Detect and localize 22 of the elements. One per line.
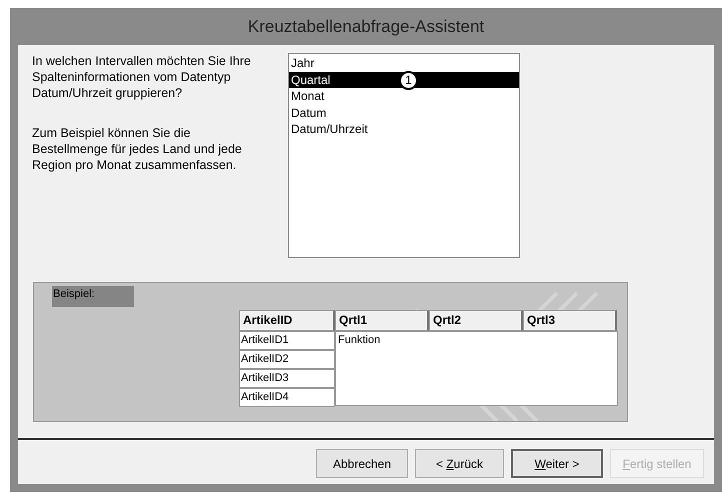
question-text: In welchen Intervallen möchten Sie Ihre Spalteninformationen vom Datentyp Datum/Uhrzeit gruppieren? xyxy=(32,53,252,101)
callout-marker: 1 xyxy=(399,70,418,90)
description-text: Zum Beispiel können Sie die Bestellmenge für jedes Land und jede Region pro Monat zusammenfassen. xyxy=(32,125,243,173)
window-title: Kreuztabellenabfrage-Assistent xyxy=(246,16,486,38)
list-item[interactable]: Jahr xyxy=(289,55,519,72)
column-header: ArtikelID xyxy=(239,310,335,331)
row-header: ArtikelID1 xyxy=(239,331,335,350)
column-header: Qrtl1 xyxy=(335,310,429,331)
column-header: Qrtl3 xyxy=(523,310,617,331)
dialog-button[interactable]: Weiter > xyxy=(511,449,603,478)
list-item[interactable]: Datum xyxy=(289,104,519,121)
dialog-button[interactable]: Abbrechen xyxy=(316,449,408,478)
table-cell: Funktion xyxy=(338,334,380,346)
interval-list[interactable]: Jahr Quartal 1 Monat Datum Datum/Uhrzeit xyxy=(288,53,520,258)
list-item[interactable]: Datum/Uhrzeit xyxy=(289,121,519,138)
example-label: Beispiel: xyxy=(52,286,134,307)
list-item[interactable]: Monat xyxy=(289,88,519,104)
row-header: ArtikelID2 xyxy=(239,350,335,369)
row-header: ArtikelID4 xyxy=(239,388,335,407)
column-header: Qrtl2 xyxy=(429,310,523,331)
dialog-button[interactable]: < Zurück xyxy=(415,449,504,478)
row-header: ArtikelID3 xyxy=(239,369,335,388)
